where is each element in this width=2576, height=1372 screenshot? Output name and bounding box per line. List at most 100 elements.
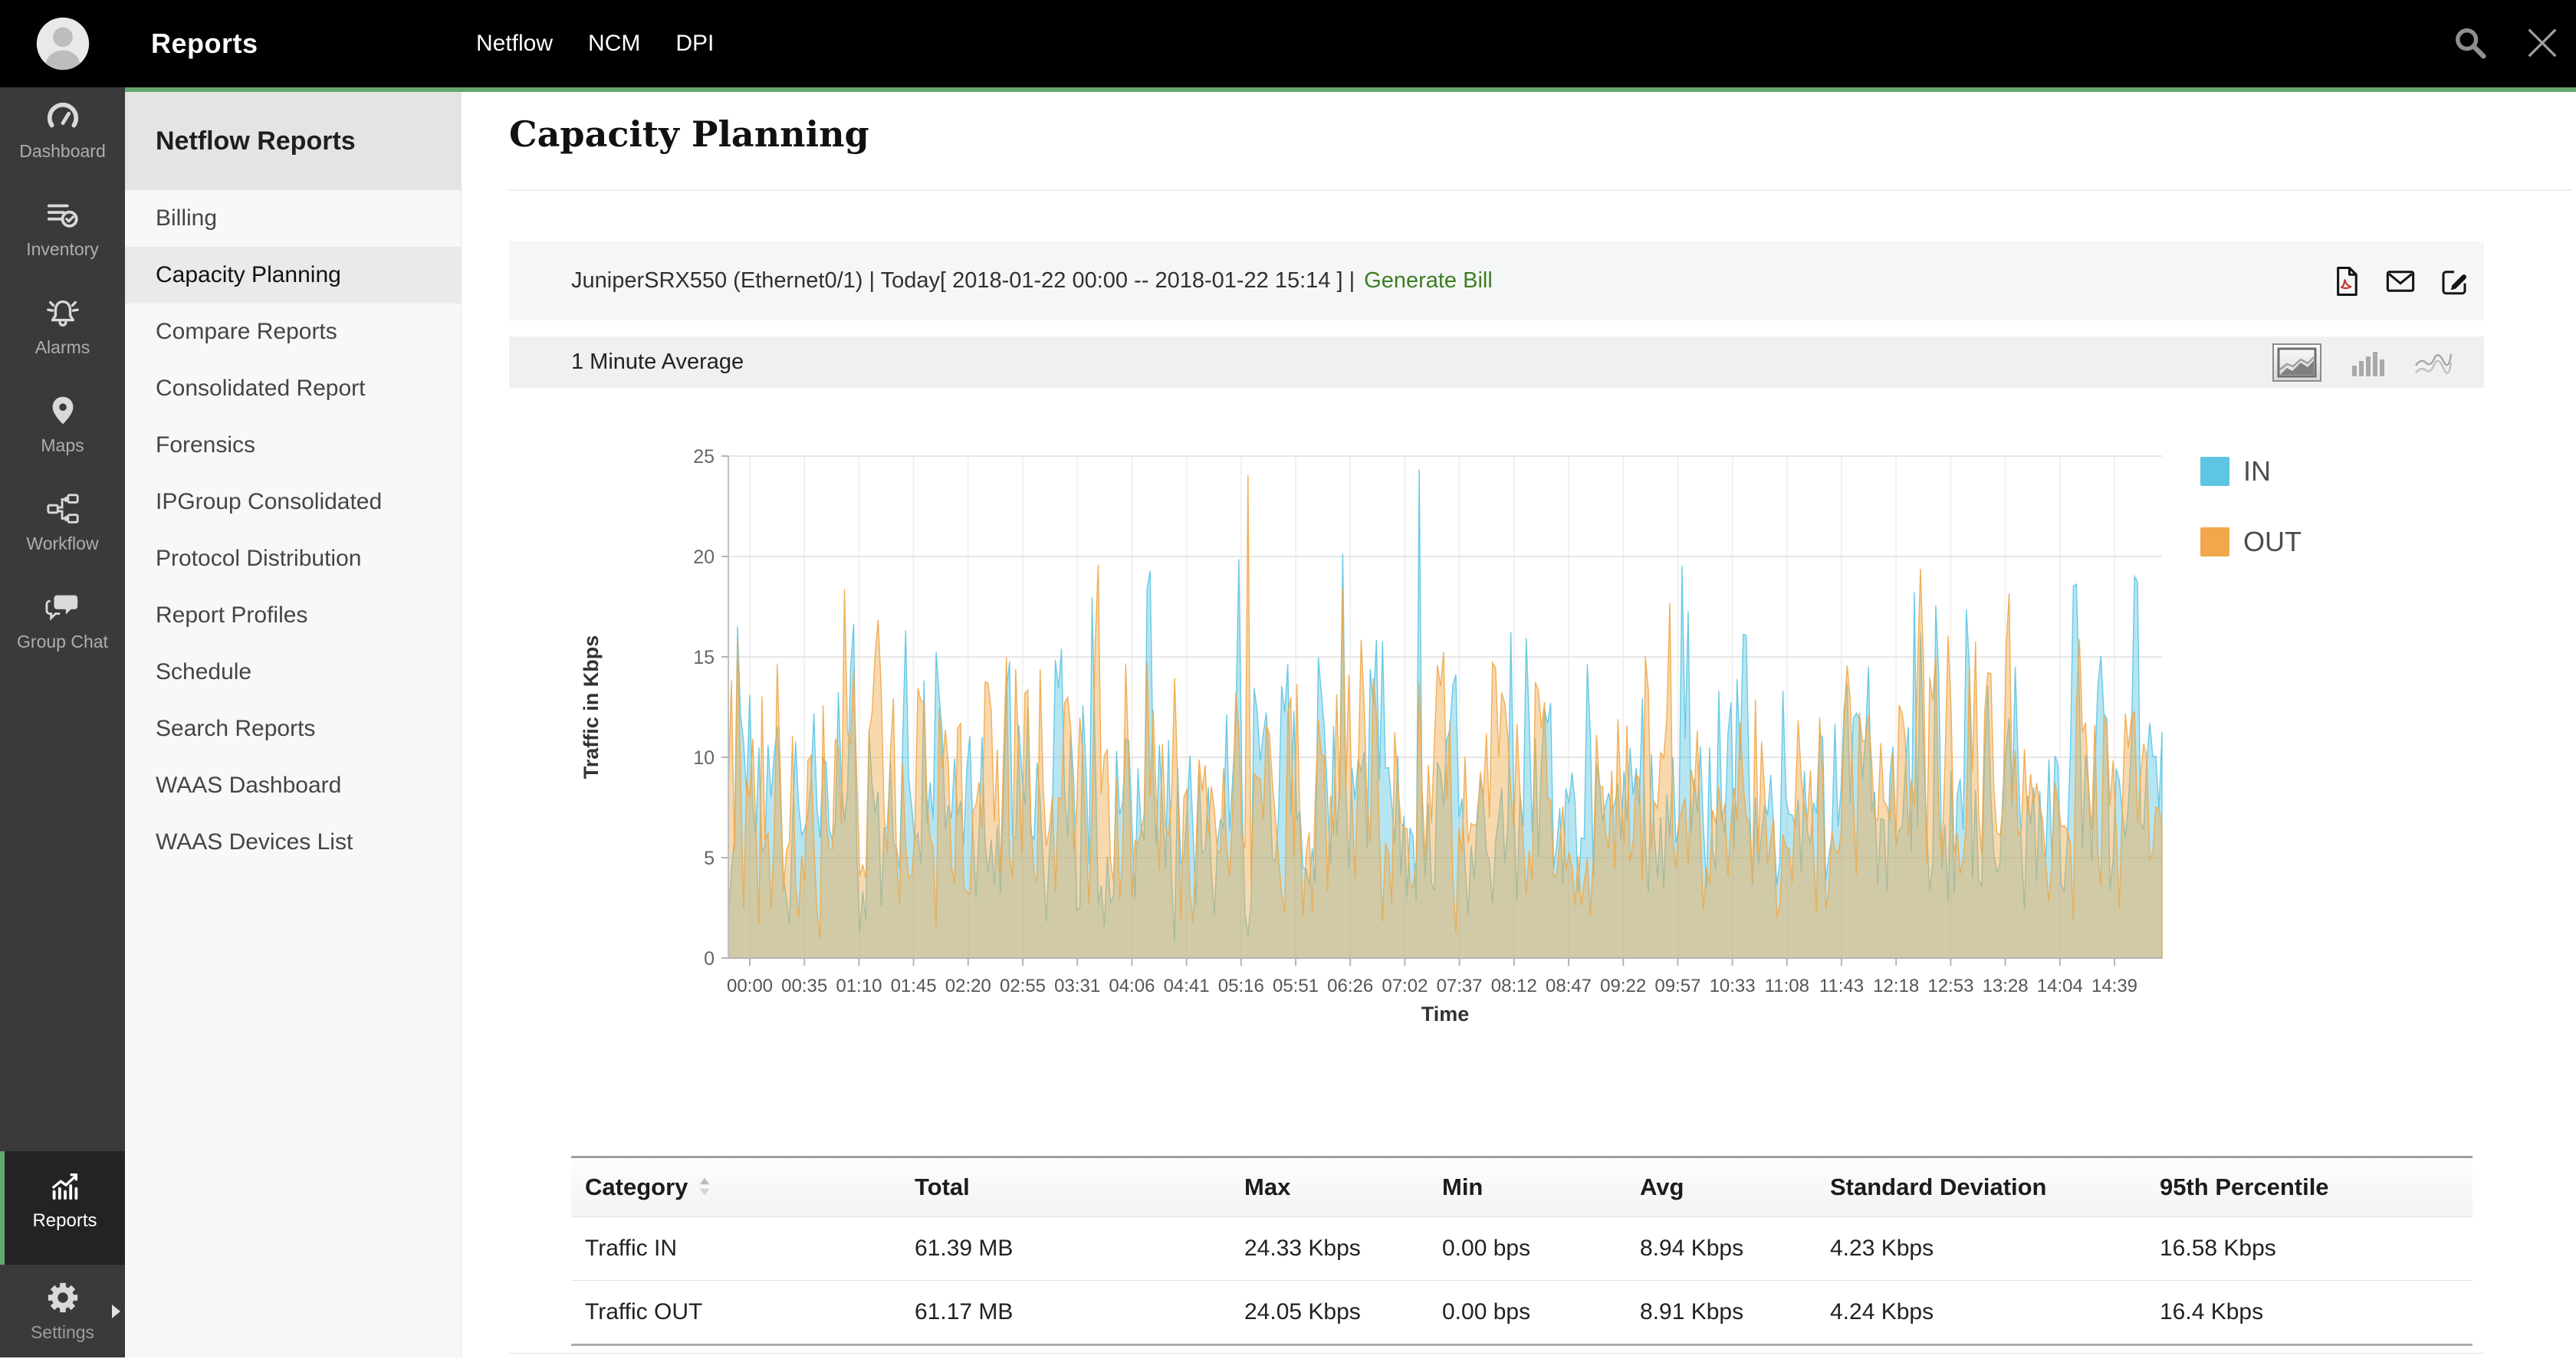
subnav-item-search-reports[interactable]: Search Reports <box>125 701 461 757</box>
svg-text:12:53: 12:53 <box>1927 976 1973 996</box>
table-cell: Traffic OUT <box>571 1299 901 1325</box>
sidebar-item-label: Settings <box>0 1322 125 1343</box>
bar-chart-view-button[interactable] <box>2348 347 2387 378</box>
subnav-item-waas-dashboard[interactable]: WAAS Dashboard <box>125 757 461 814</box>
close-icon <box>2522 23 2562 63</box>
table-cell: 24.05 Kbps <box>1230 1299 1428 1325</box>
table-row-traffic-out: Traffic OUT61.17 MB24.05 Kbps0.00 bps8.9… <box>571 1281 2472 1346</box>
column-header-total[interactable]: Total <box>901 1173 1230 1201</box>
column-header-max[interactable]: Max <box>1230 1173 1428 1201</box>
column-header-avg[interactable]: Avg <box>1626 1173 1816 1201</box>
workflow-icon <box>45 491 80 527</box>
svg-text:10: 10 <box>693 747 715 769</box>
inventory-icon <box>45 197 80 232</box>
svg-text:25: 25 <box>693 446 715 468</box>
svg-text:Time: Time <box>1421 1003 1470 1026</box>
subnav-item-waas-devices-list[interactable]: WAAS Devices List <box>125 814 461 871</box>
settings-icon <box>45 1280 80 1315</box>
svg-text:07:37: 07:37 <box>1437 976 1483 996</box>
sidebar-bottom-items: Reports Settings <box>0 1151 125 1372</box>
group-chat-icon <box>45 589 80 625</box>
svg-text:08:12: 08:12 <box>1491 976 1537 996</box>
sidebar-main-items: DashboardInventory Alarms Maps Workflow Grou… <box>0 87 125 676</box>
sidebar-item-maps[interactable]: Maps <box>0 382 125 480</box>
svg-text:08:47: 08:47 <box>1546 976 1592 996</box>
email-button[interactable] <box>2384 265 2417 297</box>
sidebar-item-settings[interactable]: Settings <box>0 1265 125 1372</box>
svg-text:02:20: 02:20 <box>945 976 991 996</box>
user-avatar[interactable] <box>0 0 125 87</box>
report-scope-label: JuniperSRX550 (Ethernet0/1) | Today[ 201… <box>571 268 1355 293</box>
column-header-category[interactable]: Category <box>571 1173 901 1201</box>
sidebar-item-workflow[interactable]: Workflow <box>0 480 125 578</box>
subnav-item-capacity-planning[interactable]: Capacity Planning <box>125 247 461 304</box>
email-icon <box>2384 265 2417 297</box>
sidebar-item-alarms[interactable]: Alarms <box>0 284 125 382</box>
top-tab-dpi[interactable]: DPI <box>675 31 714 57</box>
close-button[interactable] <box>2522 23 2562 63</box>
column-header-95th-percentile[interactable]: 95th Percentile <box>2146 1173 2472 1201</box>
bar-chart-icon <box>2348 347 2387 378</box>
svg-text:03:31: 03:31 <box>1054 976 1100 996</box>
column-header-standard-deviation[interactable]: Standard Deviation <box>1816 1173 2146 1201</box>
subnav-item-report-profiles[interactable]: Report Profiles <box>125 587 461 644</box>
subnav-item-billing[interactable]: Billing <box>125 190 461 247</box>
area-chart-icon <box>2277 347 2317 378</box>
sidebar-item-groupchat[interactable]: Group Chat <box>0 578 125 676</box>
table-cell: 0.00 bps <box>1428 1236 1626 1262</box>
pdf-export-button[interactable] <box>2331 265 2363 297</box>
top-bar: Reports NetflowNCMDPI <box>125 0 2576 87</box>
subnav-item-protocol-distribution[interactable]: Protocol Distribution <box>125 530 461 587</box>
subnav-items: BillingCapacity PlanningCompare ReportsC… <box>125 190 461 871</box>
subnav-item-compare-reports[interactable]: Compare Reports <box>125 304 461 360</box>
svg-text:05:16: 05:16 <box>1218 976 1264 996</box>
svg-text:20: 20 <box>693 547 715 568</box>
svg-text:04:06: 04:06 <box>1109 976 1155 996</box>
table-row-traffic-in: Traffic IN61.39 MB24.33 Kbps0.00 bps8.94… <box>571 1217 2472 1281</box>
sidebar-item-label: Alarms <box>0 337 125 358</box>
table-cell: 4.23 Kbps <box>1816 1236 2146 1262</box>
subnav-item-schedule[interactable]: Schedule <box>125 644 461 701</box>
svg-text:00:35: 00:35 <box>781 976 827 996</box>
subnav-item-forensics[interactable]: Forensics <box>125 417 461 474</box>
dashboard-icon <box>45 99 80 134</box>
table-cell: 16.4 Kbps <box>2146 1299 2472 1325</box>
area-chart-view-button[interactable] <box>2272 343 2321 382</box>
subnav-item-consolidated-report[interactable]: Consolidated Report <box>125 360 461 417</box>
svg-text:11:43: 11:43 <box>1819 976 1864 996</box>
legend-item-out[interactable]: OUT <box>2200 526 2302 558</box>
sort-icon <box>695 1176 714 1197</box>
sidebar-item-reports[interactable]: Reports <box>0 1151 125 1265</box>
table-cell: 61.17 MB <box>901 1299 1230 1325</box>
svg-text:04:41: 04:41 <box>1164 976 1210 996</box>
sidebar-item-dashboard[interactable]: Dashboard <box>0 87 125 185</box>
table-header-row: CategoryTotalMaxMinAvgStandard Deviation… <box>571 1158 2472 1217</box>
svg-text:10:33: 10:33 <box>1710 976 1756 996</box>
table-cell: 8.91 Kbps <box>1626 1299 1816 1325</box>
report-heading: Capacity Planning <box>509 113 869 155</box>
top-tab-netflow[interactable]: Netflow <box>476 31 553 57</box>
search-button[interactable] <box>2450 23 2490 63</box>
sidebar-item-label: Workflow <box>0 533 125 554</box>
sidebar-item-inventory[interactable]: Inventory <box>0 185 125 284</box>
table-cell: 24.33 Kbps <box>1230 1236 1428 1262</box>
table-cell: 0.00 bps <box>1428 1299 1626 1325</box>
top-tab-ncm[interactable]: NCM <box>588 31 640 57</box>
chart-header-bar: 1 Minute Average <box>509 336 2484 388</box>
svg-text:12:18: 12:18 <box>1873 976 1919 996</box>
edit-button[interactable] <box>2438 265 2470 297</box>
table-cell: Traffic IN <box>571 1236 901 1262</box>
legend-item-in[interactable]: IN <box>2200 455 2302 487</box>
svg-text:01:10: 01:10 <box>836 976 882 996</box>
svg-text:09:57: 09:57 <box>1654 976 1700 996</box>
line-chart-view-button[interactable] <box>2413 347 2453 378</box>
traffic-area-chart: 051015202500:0000:3501:1001:4502:2002:55… <box>537 414 2423 1035</box>
generate-bill-link[interactable]: Generate Bill <box>1364 268 1493 293</box>
column-header-min[interactable]: Min <box>1428 1173 1626 1201</box>
subnav-item-ipgroup-consolidated[interactable]: IPGroup Consolidated <box>125 474 461 530</box>
svg-text:5: 5 <box>704 848 715 869</box>
subnav-title: Netflow Reports <box>125 92 461 190</box>
avatar-icon <box>31 12 94 75</box>
submenu-arrow-icon <box>112 1305 120 1318</box>
alarms-icon <box>45 295 80 330</box>
